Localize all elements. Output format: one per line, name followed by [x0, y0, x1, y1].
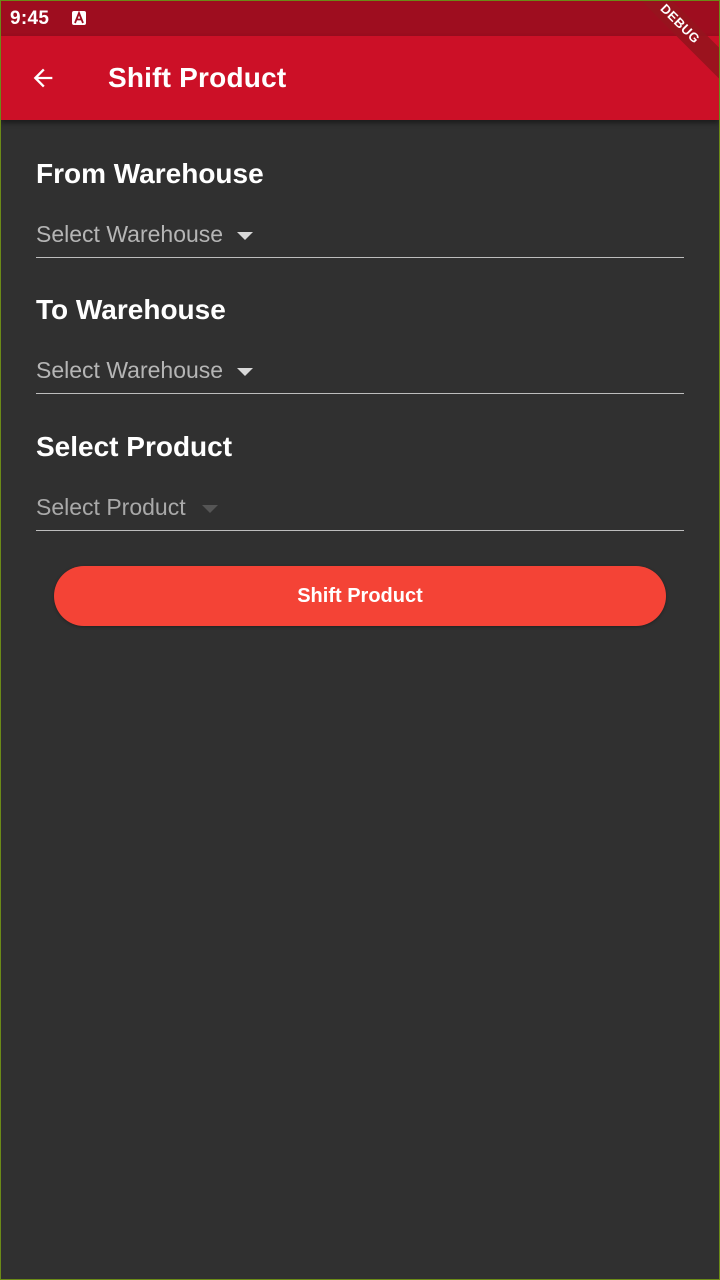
app-screen: 9:45 Shift Product DEBUG From Warehouse …: [0, 0, 720, 1280]
dropdown-arrow-icon: [202, 505, 218, 513]
product-placeholder: Select Product: [36, 494, 186, 520]
a-notification-icon: [72, 11, 86, 25]
app-bar: Shift Product: [1, 36, 719, 120]
arrow-left-icon: [33, 68, 53, 88]
dropdown-arrow-icon: [237, 232, 253, 240]
from-warehouse-label: From Warehouse: [36, 158, 264, 189]
to-warehouse-placeholder: Select Warehouse: [36, 357, 224, 383]
from-warehouse-dropdown[interactable]: Select Warehouse: [36, 211, 684, 258]
from-warehouse-placeholder: Select Warehouse: [36, 221, 224, 247]
to-warehouse-label: To Warehouse: [36, 294, 226, 325]
select-product-label: Select Product: [36, 431, 233, 462]
status-bar: 9:45: [1, 1, 719, 36]
back-button[interactable]: [19, 54, 67, 102]
to-warehouse-dropdown[interactable]: Select Warehouse: [36, 347, 684, 394]
product-dropdown[interactable]: Select Product: [36, 484, 684, 531]
dropdown-arrow-icon: [237, 368, 253, 376]
page-title: Shift Product: [108, 62, 287, 93]
shift-product-button[interactable]: Shift Product: [54, 566, 666, 626]
status-time: 9:45: [10, 8, 50, 29]
